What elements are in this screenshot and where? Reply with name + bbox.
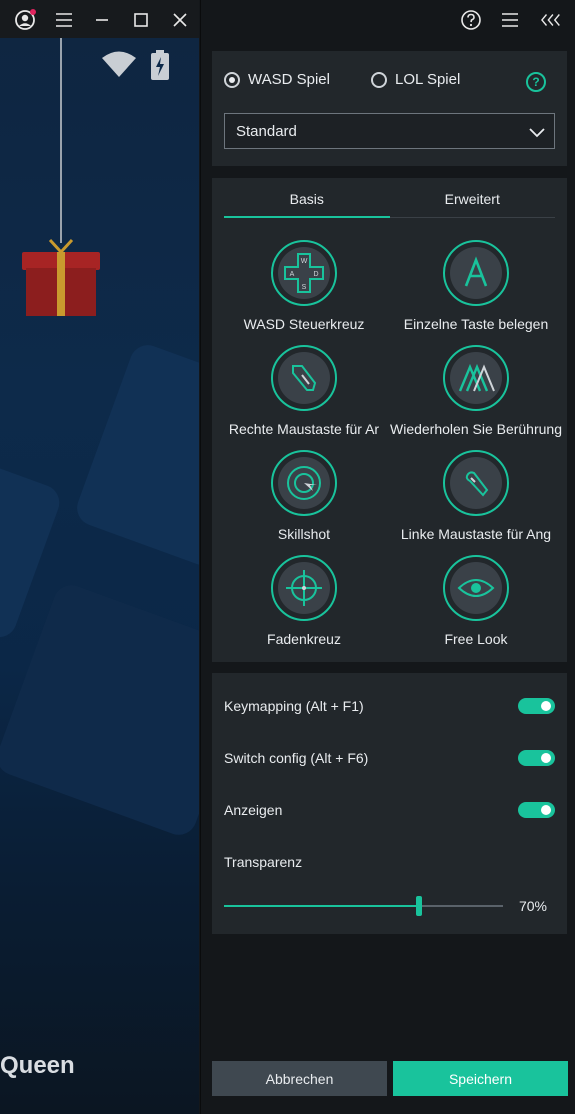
slider-fill (224, 905, 419, 907)
transparency-setting: Transparenz (224, 850, 555, 874)
minimize-icon[interactable] (91, 9, 113, 31)
close-icon[interactable] (169, 9, 191, 31)
svg-text:D: D (313, 271, 318, 278)
radio-button[interactable] (371, 71, 387, 88)
tab-basis[interactable]: Basis (224, 188, 390, 218)
panel-header (201, 0, 575, 40)
single-key-icon (450, 247, 502, 299)
background-shape (72, 340, 199, 570)
mode-card: WASD Spiel LOL Spiel ? Standard (212, 51, 567, 166)
menu-icon[interactable] (53, 9, 75, 31)
show-setting: Anzeigen (224, 798, 555, 822)
setting-label: Switch config (Alt + F6) (224, 750, 369, 766)
tool-label: Wiederholen Sie Berührung (390, 421, 562, 437)
switch-config-toggle[interactable] (518, 750, 555, 766)
slider-thumb[interactable] (416, 896, 422, 916)
radio-lol[interactable]: LOL Spiel (371, 71, 460, 88)
transparency-label: Transparenz (224, 854, 303, 870)
radio-wasd[interactable]: WASD Spiel (224, 71, 330, 88)
gift-string (60, 38, 62, 243)
tool-label: Einzelne Taste belegen (403, 316, 549, 332)
menu-icon[interactable] (499, 9, 521, 31)
crosshair-icon (278, 562, 330, 614)
tool-label: Linke Maustaste für Ang (400, 526, 552, 542)
skillshot-icon (278, 457, 330, 509)
tool-label: Rechte Maustaste für Ar (228, 421, 380, 437)
tab-erweitert[interactable]: Erweitert (390, 188, 556, 217)
collapse-icon[interactable] (541, 9, 563, 31)
preset-value: Standard (236, 122, 297, 140)
svg-text:A: A (290, 271, 295, 278)
tool-wasd[interactable]: W A D S WASD Steuerkreuz (218, 240, 390, 332)
help-icon[interactable] (460, 9, 482, 31)
keymapping-toggle[interactable] (518, 698, 555, 714)
keymapping-setting: Keymapping (Alt + F1) (224, 694, 555, 718)
tab-bar: Basis Erweitert (224, 188, 555, 218)
dpad-icon: W A D S (278, 247, 330, 299)
svg-text:S: S (302, 284, 307, 291)
eye-icon (450, 562, 502, 614)
tool-repeat-tap[interactable]: Wiederholen Sie Berührung (390, 345, 562, 437)
radio-label: WASD Spiel (248, 71, 330, 88)
tool-label: Skillshot (277, 526, 331, 542)
account-icon[interactable] (14, 9, 36, 31)
tool-left-mouse[interactable]: Linke Maustaste für Ang (390, 450, 562, 542)
app-window: Queen WASD Spiel LOL Spiel ? Standard Ba… (0, 0, 575, 1114)
title-bar (0, 0, 199, 38)
background-shape (0, 580, 199, 840)
save-button[interactable]: Speichern (393, 1061, 568, 1096)
radio-button[interactable] (224, 71, 240, 88)
wifi-icon (101, 50, 137, 83)
tools-card: Basis Erweitert W A D S WASD Steuerkreuz… (212, 178, 567, 662)
keymapping-panel: WASD Spiel LOL Spiel ? Standard Basis Er… (200, 0, 575, 1114)
game-overlay-text: Queen (0, 1052, 75, 1079)
transparency-slider[interactable]: 70% (224, 895, 555, 917)
left-mouse-icon (450, 457, 502, 509)
switch-config-setting: Switch config (Alt + F6) (224, 746, 555, 770)
transparency-value: 70% (518, 898, 547, 914)
repeat-tap-icon (450, 352, 502, 404)
preset-select[interactable]: Standard (224, 113, 555, 149)
tool-crosshair[interactable]: Fadenkreuz (218, 555, 390, 647)
tool-right-mouse[interactable]: Rechte Maustaste für Ar (218, 345, 390, 437)
tool-label: WASD Steuerkreuz (243, 316, 365, 332)
gift-ribbon (57, 252, 65, 316)
setting-label: Keymapping (Alt + F1) (224, 698, 364, 714)
show-toggle[interactable] (518, 802, 555, 818)
radio-label: LOL Spiel (395, 71, 461, 88)
maximize-icon[interactable] (130, 9, 152, 31)
battery-icon (150, 50, 170, 85)
tool-label: Fadenkreuz (267, 631, 341, 647)
tool-single-key[interactable]: Einzelne Taste belegen (390, 240, 562, 332)
game-view[interactable]: Queen (0, 0, 199, 1114)
cancel-button[interactable]: Abbrechen (212, 1061, 387, 1096)
chevron-down-icon (529, 128, 545, 138)
tool-skillshot[interactable]: Skillshot (218, 450, 390, 542)
setting-label: Anzeigen (224, 802, 283, 818)
right-mouse-icon (278, 352, 330, 404)
settings-card: Keymapping (Alt + F1) Switch config (Alt… (212, 673, 567, 934)
svg-text:W: W (301, 258, 308, 265)
tool-label: Free Look (444, 631, 508, 647)
tool-free-look[interactable]: Free Look (390, 555, 562, 647)
gift-bow-icon (48, 238, 74, 254)
question-icon[interactable]: ? (526, 72, 546, 92)
